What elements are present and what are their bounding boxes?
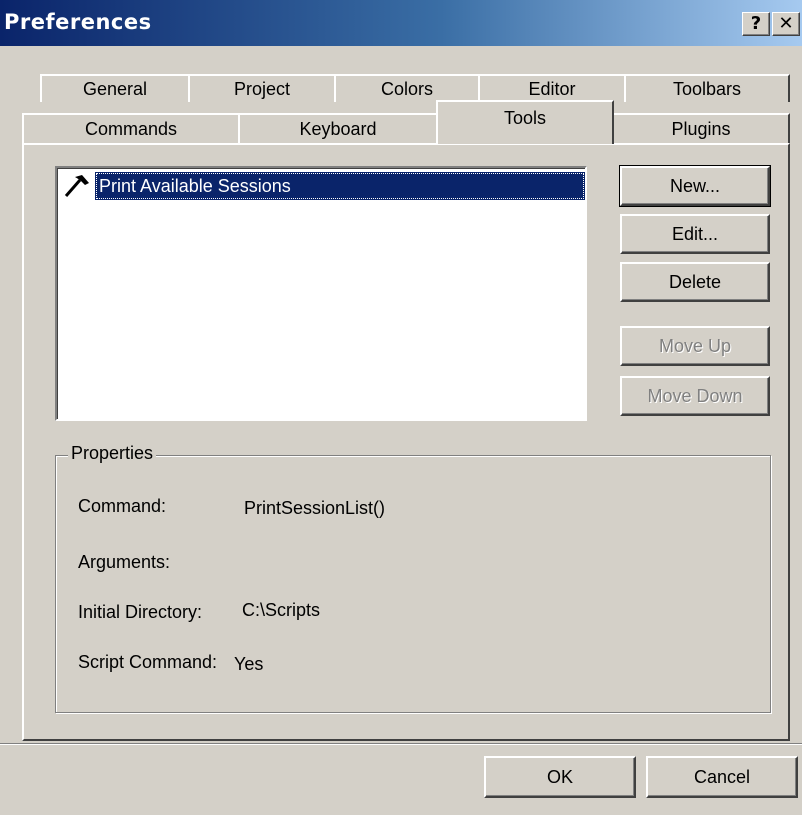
tab-colors[interactable]: Colors xyxy=(334,74,480,102)
script-command-label: Script Command: xyxy=(78,652,218,672)
tab-plugins[interactable]: Plugins xyxy=(612,113,790,143)
properties-group: Properties Command: PrintSessionList() A… xyxy=(55,443,771,713)
preferences-dialog: Preferences ? ✕ General Project Colors E… xyxy=(0,0,802,815)
separator xyxy=(0,743,802,745)
initial-directory-value: C:\Scripts xyxy=(242,600,321,620)
tools-panel: Print Available Sessions New... Edit... … xyxy=(22,143,790,741)
window-title: Preferences xyxy=(4,10,152,34)
tab-keyboard[interactable]: Keyboard xyxy=(238,113,438,143)
list-item-label: Print Available Sessions xyxy=(95,172,585,200)
tab-editor[interactable]: Editor xyxy=(478,74,626,102)
edit-button[interactable]: Edit... xyxy=(620,214,770,254)
tab-general[interactable]: General xyxy=(40,74,190,102)
initial-directory-label: Initial Directory: xyxy=(78,602,203,622)
arguments-label: Arguments: xyxy=(78,552,171,572)
tools-listbox[interactable]: Print Available Sessions xyxy=(55,166,587,421)
move-up-button[interactable]: Move Up xyxy=(620,326,770,366)
command-value: PrintSessionList() xyxy=(244,498,386,518)
close-button[interactable]: ✕ xyxy=(772,12,800,36)
hammer-icon xyxy=(63,174,91,198)
properties-title: Properties xyxy=(68,443,157,464)
tab-project[interactable]: Project xyxy=(188,74,336,102)
title-bar[interactable]: Preferences ? ✕ xyxy=(0,0,802,46)
listbox-frame xyxy=(57,168,585,419)
move-down-button[interactable]: Move Down xyxy=(620,376,770,416)
script-command-value: Yes xyxy=(234,654,264,674)
tab-commands[interactable]: Commands xyxy=(22,113,240,143)
help-button[interactable]: ? xyxy=(742,12,770,36)
tab-toolbars[interactable]: Toolbars xyxy=(624,74,790,102)
delete-button[interactable]: Delete xyxy=(620,262,770,302)
ok-button[interactable]: OK xyxy=(484,756,636,798)
cancel-button[interactable]: Cancel xyxy=(646,756,798,798)
list-item[interactable]: Print Available Sessions xyxy=(63,172,585,200)
tab-tools[interactable]: Tools xyxy=(436,100,614,144)
new-button[interactable]: New... xyxy=(619,165,771,207)
command-label: Command: xyxy=(78,496,167,516)
